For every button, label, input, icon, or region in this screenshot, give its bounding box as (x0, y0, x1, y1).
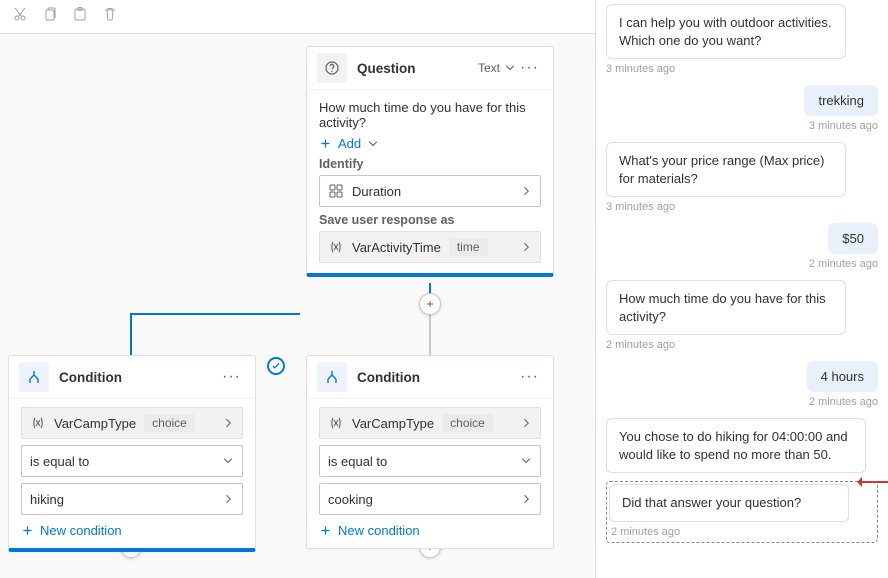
variable-icon (328, 415, 344, 431)
chevron-right-icon (520, 185, 532, 197)
authoring-canvas[interactable]: Question Text ··· How much time do you h… (0, 34, 595, 578)
bot-message: I can help you with outdoor activities. … (606, 4, 846, 59)
variable-icon (328, 239, 344, 255)
chevron-right-icon (520, 493, 532, 505)
variable-field[interactable]: VarCampType choice (319, 407, 541, 439)
annotation-arrow (858, 481, 888, 483)
value-field[interactable]: hiking (21, 483, 243, 515)
timestamp: 2 minutes ago (606, 258, 878, 270)
validated-badge (267, 357, 285, 375)
timestamp: 3 minutes ago (606, 201, 878, 213)
bot-message: Did that answer your question? (609, 484, 849, 522)
new-condition-button[interactable]: New condition (319, 523, 541, 538)
chevron-down-icon (367, 138, 379, 150)
card-title: Condition (357, 370, 516, 385)
question-prompt: How much time do you have for this activ… (319, 100, 541, 130)
question-type-label: Text (478, 61, 500, 75)
more-icon[interactable]: ··· (516, 59, 543, 77)
copy-icon[interactable] (42, 6, 58, 27)
cut-icon[interactable] (12, 6, 28, 27)
variable-field[interactable]: VarActivityTime time (319, 231, 541, 263)
grid-icon (328, 183, 344, 199)
bot-message: You chose to do hiking for 04:00:00 and … (606, 418, 866, 473)
timestamp: 2 minutes ago (606, 396, 878, 408)
timestamp: 3 minutes ago (606, 120, 878, 132)
test-chat-panel: I can help you with outdoor activities. … (595, 0, 888, 578)
operator-field[interactable]: is equal to (21, 445, 243, 477)
identify-field[interactable]: Duration (319, 175, 541, 207)
variable-field[interactable]: VarCampType choice (21, 407, 243, 439)
save-response-label: Save user response as (319, 213, 541, 227)
more-icon[interactable]: ··· (516, 368, 543, 386)
question-icon (317, 53, 347, 83)
timestamp: 3 minutes ago (606, 63, 878, 75)
add-node-button[interactable] (419, 293, 441, 315)
condition-card[interactable]: Condition ··· VarCampType choice is equa… (8, 355, 256, 552)
chevron-down-icon[interactable] (504, 62, 516, 74)
chevron-right-icon (222, 417, 234, 429)
new-condition-button[interactable]: New condition (21, 523, 243, 538)
bot-message: How much time do you have for this activ… (606, 280, 846, 335)
user-message: trekking (804, 85, 878, 116)
user-message: 4 hours (807, 361, 878, 392)
variable-type-chip: choice (144, 414, 195, 432)
chevron-down-icon (222, 455, 234, 467)
bot-message: What's your price range (Max price) for … (606, 142, 846, 197)
pending-message-group: Did that answer your question? 2 minutes… (606, 481, 878, 543)
question-card[interactable]: Question Text ··· How much time do you h… (306, 46, 554, 277)
card-title: Condition (59, 370, 218, 385)
delete-icon[interactable] (102, 6, 118, 27)
more-icon[interactable]: ··· (218, 368, 245, 386)
variable-icon (30, 415, 46, 431)
timestamp: 2 minutes ago (611, 526, 875, 538)
variable-type-chip: choice (442, 414, 493, 432)
add-message-button[interactable]: Add (319, 136, 541, 151)
chevron-right-icon (520, 241, 532, 253)
toolbar (0, 0, 595, 34)
chevron-down-icon (520, 455, 532, 467)
variable-type-chip: time (449, 238, 488, 256)
chevron-right-icon (520, 417, 532, 429)
identify-label: Identify (319, 157, 541, 171)
branch-icon (317, 362, 347, 392)
timestamp: 2 minutes ago (606, 339, 878, 351)
paste-icon[interactable] (72, 6, 88, 27)
user-message: $50 (828, 223, 878, 254)
card-title: Question (357, 61, 478, 76)
branch-icon (19, 362, 49, 392)
condition-card[interactable]: Condition ··· VarCampType choice is equa… (306, 355, 554, 549)
chevron-right-icon (222, 493, 234, 505)
value-field[interactable]: cooking (319, 483, 541, 515)
operator-field[interactable]: is equal to (319, 445, 541, 477)
